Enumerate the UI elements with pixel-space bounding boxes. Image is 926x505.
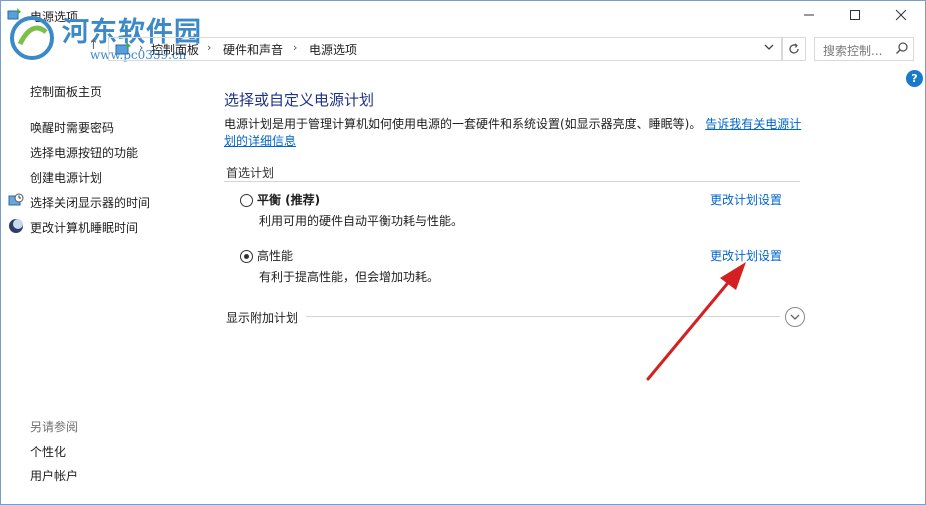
minimize-icon [804,14,814,16]
see-also-user-accounts[interactable]: 用户帐户 [30,467,78,484]
page-description: 电源计划是用于管理计算机如何使用电源的一套硬件和系统设置(如显示器亮度、睡眠等)… [224,116,804,150]
expand-button[interactable] [785,307,805,327]
breadcrumb-separator: › [139,41,144,54]
chevron-down-icon[interactable] [764,42,774,52]
plan-balanced-name[interactable]: 平衡 (推荐) [257,191,320,208]
maximize-button[interactable] [832,0,878,30]
breadcrumb-hardware-sound[interactable]: 硬件和声音 [223,41,283,58]
minimize-button[interactable] [786,0,832,30]
breadcrumb-control-panel[interactable]: 控制面板 [151,41,199,58]
help-icon: ? [911,72,918,85]
search-input[interactable]: 搜索控制... [814,37,914,61]
search-icon[interactable] [895,41,909,55]
watermark-logo-icon [10,16,54,60]
control-panel-icon [115,42,131,55]
sidebar-item-display-off[interactable]: 选择关闭显示器的时间 [30,194,150,211]
page-title: 选择或自定义电源计划 [224,91,375,109]
clock-monitor-icon [8,193,24,206]
sidebar-item-create-plan[interactable]: 创建电源计划 [30,169,102,186]
sidebar-item-wake-password[interactable]: 唤醒时需要密码 [30,119,114,136]
plan-balanced-change-link[interactable]: 更改计划设置 [710,191,782,208]
search-placeholder: 搜索控制... [823,44,883,58]
sidebar-item-power-button[interactable]: 选择电源按钮的功能 [30,144,138,161]
close-button[interactable] [878,0,924,30]
section-divider [224,181,800,182]
plan-high-performance-name[interactable]: 高性能 [257,247,293,264]
breadcrumb-separator: › [293,41,298,54]
see-also-personalization[interactable]: 个性化 [30,443,66,460]
sidebar-home-link[interactable]: 控制面板主页 [30,83,102,100]
plan-balanced-desc: 利用可用的硬件自动平衡功耗与性能。 [259,214,464,228]
plan-high-performance-radio[interactable] [240,250,253,263]
breadcrumb-separator: › [207,41,212,54]
close-icon [895,9,907,21]
see-also-title: 另请参阅 [30,420,79,434]
help-button[interactable]: ? [906,70,923,87]
refresh-icon [789,43,799,54]
show-additional-plans[interactable]: 显示附加计划 [226,309,298,326]
sidebar-item-sleep-time[interactable]: 更改计算机睡眠时间 [30,219,138,236]
plan-high-performance-desc: 有利于提高性能，但会增加功耗。 [259,270,440,284]
plan-balanced-radio[interactable] [240,194,253,207]
window-frame [0,0,926,505]
plan-high-performance-change-link[interactable]: 更改计划设置 [710,247,782,264]
additional-plans-divider [306,316,780,317]
breadcrumb-power-options[interactable]: 电源选项 [309,41,357,58]
preferred-plans-title: 首选计划 [226,166,275,180]
description-text: 电源计划是用于管理计算机如何使用电源的一套硬件和系统设置(如显示器亮度、睡眠等)… [224,117,702,131]
maximize-icon [850,10,860,20]
refresh-button[interactable] [782,37,806,61]
radio-selected-dot [244,254,249,259]
chevron-down-icon [790,314,800,320]
plan-balanced-label: 平衡 (推荐) [257,193,321,207]
address-bar[interactable]: › 控制面板 › 硬件和声音 › 电源选项 [108,37,782,61]
up-arrow-icon[interactable]: ↑ [88,38,99,53]
moon-icon [9,219,23,233]
